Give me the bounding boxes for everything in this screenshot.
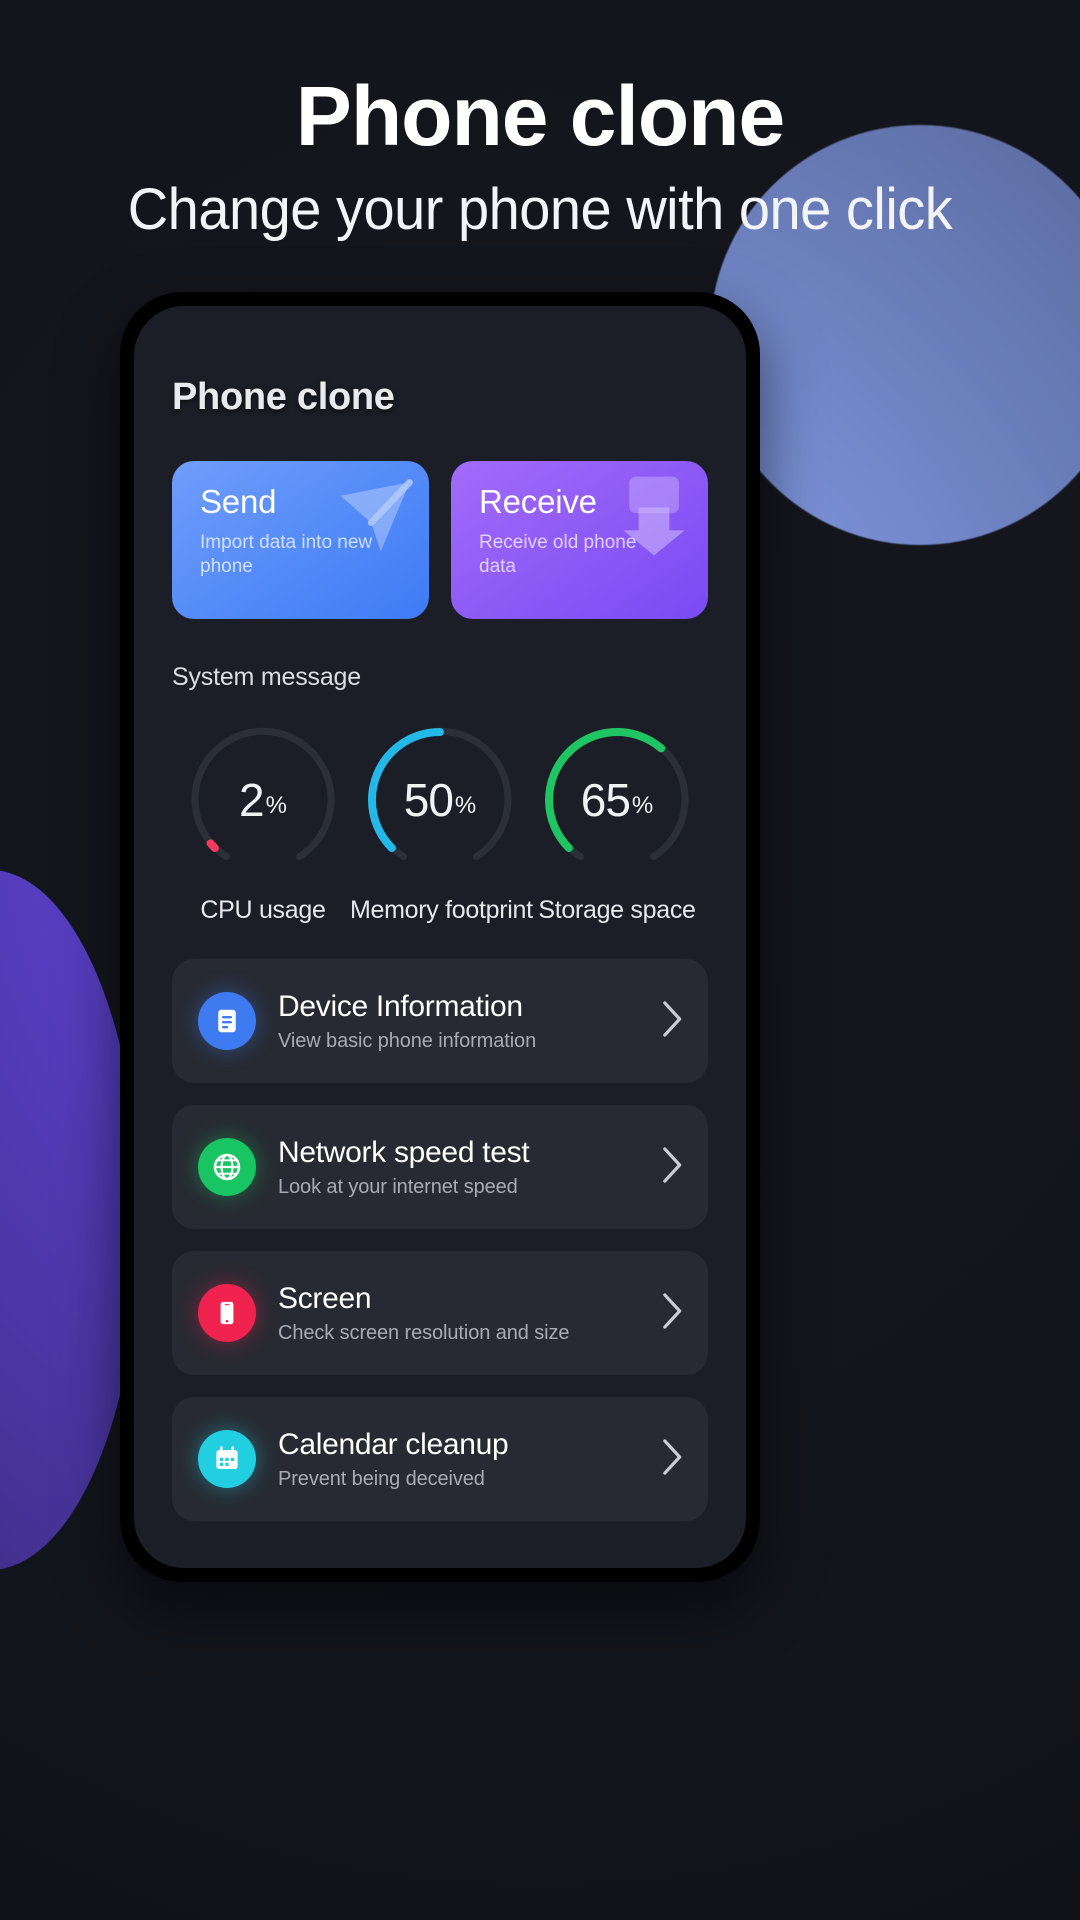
globe-icon [198,1138,256,1196]
gauge-unit: % [631,792,654,819]
gauge-memory-footprint: 50% Memory footprint [350,720,533,925]
gauge-cpu-usage: 2% CPU usage [176,720,350,925]
system-gauges: 2% CPU usage 50% Memory footprint 65 % S… [172,720,708,925]
list-item-calendar-cleanup[interactable]: Calendar cleanup Prevent being deceived [172,1397,708,1521]
send-card-desc: Import data into new phone [200,532,373,578]
list-item-network-speed-test[interactable]: Network speed test Look at your internet… [172,1105,708,1229]
document-icon-glyph [218,1009,236,1033]
phone-icon-glyph [220,1301,234,1325]
gauge-ring: 65% [537,720,697,880]
phone-icon [198,1284,256,1342]
feature-list: Device Information View basic phone info… [172,959,708,1521]
gauge-number: 2 [239,774,265,826]
chevron-right-icon[interactable] [656,1290,686,1337]
gauge-value-cpu: 2% [183,720,343,880]
phone-mockup-frame: Phone clone Send Import data into new ph… [120,292,760,1582]
list-item-screen[interactable]: Screen Check screen resolution and size [172,1251,708,1375]
list-item-text: Screen Check screen resolution and size [278,1282,656,1345]
gauge-label-cpu: CPU usage [200,896,326,924]
list-item-title: Network speed test [278,1135,530,1169]
list-item-text: Calendar cleanup Prevent being deceived [278,1428,656,1491]
receive-card-desc: Receive old phone data [479,532,637,578]
list-item-device-information[interactable]: Device Information View basic phone info… [172,959,708,1083]
gauge-storage-space: 65% Storage space [530,720,704,925]
list-item-desc: View basic phone information [278,1029,537,1052]
receive-card[interactable]: Receive Receive old phone data [451,461,708,619]
gauge-unit: % [454,792,477,819]
gauge-number: 50 [403,774,454,826]
calendar-icon [198,1430,256,1488]
globe-icon-glyph [213,1153,241,1181]
send-card[interactable]: Send Import data into new phone [172,461,429,619]
chevron-right-icon[interactable] [656,1144,686,1191]
gauge-value-memory: 50% [360,720,520,880]
list-item-desc: Prevent being deceived [278,1467,485,1490]
system-message-label: System message [172,663,361,691]
list-item-desc: Look at your internet speed [278,1175,518,1198]
document-icon [198,992,256,1050]
list-item-title: Screen [278,1281,372,1315]
gauge-ring: 50% [360,720,520,880]
chevron-right-icon[interactable] [656,1436,686,1483]
hero-title: Phone clone [295,69,785,163]
gauge-unit: % [265,792,287,819]
gauge-label-storage: Storage space [538,896,696,924]
gauge-value-storage: 65% [537,720,697,880]
list-item-desc: Check screen resolution and size [278,1321,570,1344]
list-item-text: Device Information View basic phone info… [278,990,656,1053]
chevron-right-icon[interactable] [656,998,686,1045]
send-card-title: Send [200,483,277,520]
action-cards: Send Import data into new phone Receive … [172,461,708,619]
calendar-icon-glyph [216,1446,238,1469]
gauge-label-memory: Memory footprint [350,896,533,924]
app-title: Phone clone [172,376,395,418]
hero-subtitle: Change your phone with one click [127,175,953,242]
phone-screen: Phone clone Send Import data into new ph… [134,306,746,1568]
list-item-title: Device Information [278,989,523,1023]
list-item-title: Calendar cleanup [278,1427,509,1461]
gauge-number: 65 [580,774,631,826]
list-item-text: Network speed test Look at your internet… [278,1136,656,1199]
gauge-ring: 2% [183,720,343,880]
receive-card-title: Receive [479,483,597,520]
hero-header: Phone clone Change your phone with one c… [0,69,1080,242]
